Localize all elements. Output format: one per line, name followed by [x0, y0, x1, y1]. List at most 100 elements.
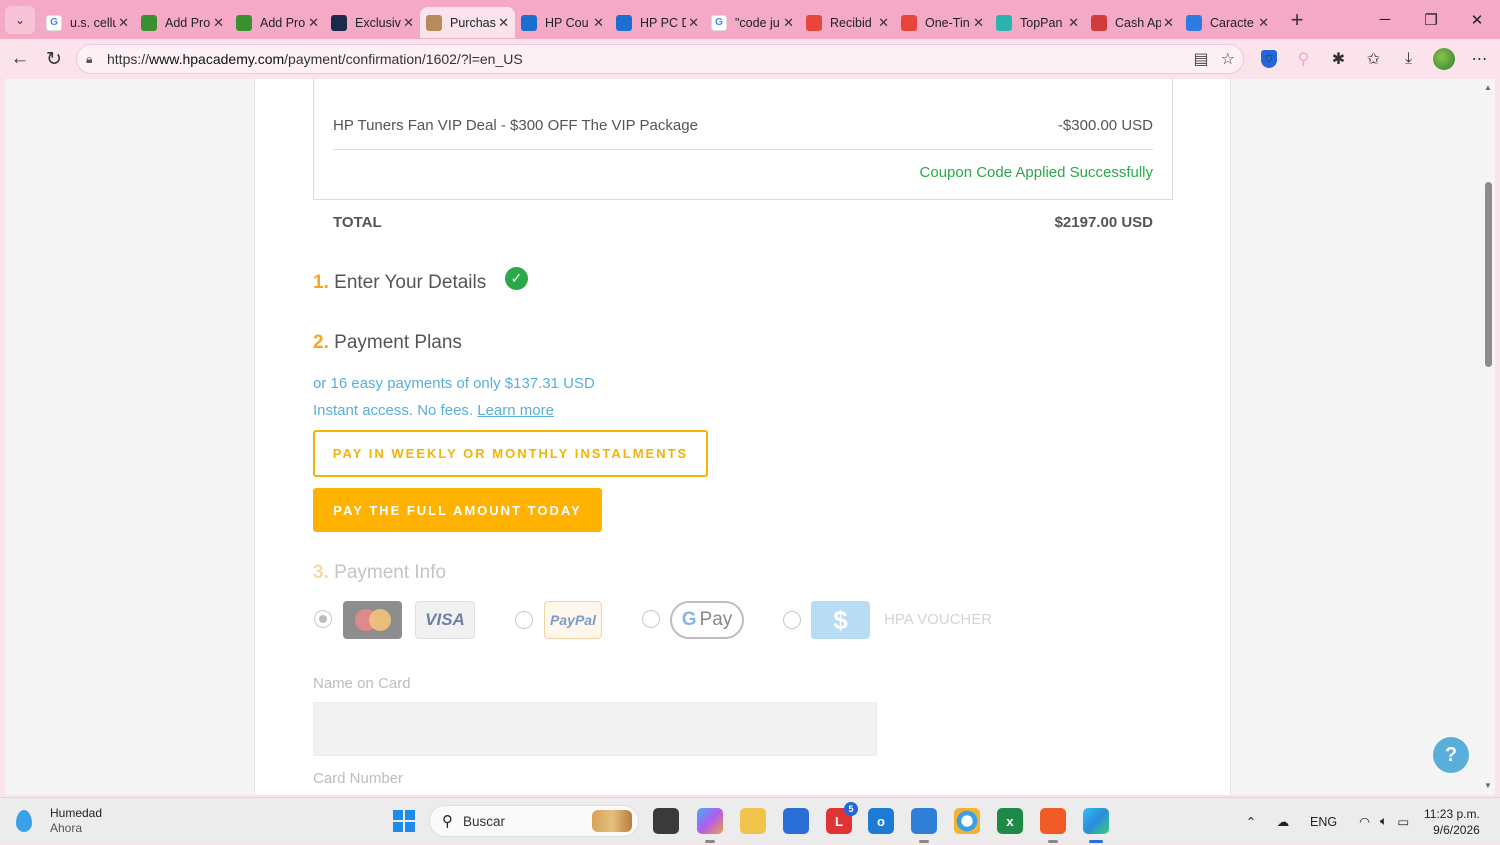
browser-tab[interactable]: Add Pro ✕: [135, 7, 230, 38]
close-window-button[interactable]: ✕: [1454, 0, 1500, 39]
step-number: 1.: [313, 272, 329, 293]
back-arrow-icon: ←: [10, 48, 30, 69]
close-tab-icon[interactable]: ✕: [878, 15, 889, 31]
browser-tab[interactable]: HP PC D ✕: [610, 7, 705, 38]
active-indicator: [1089, 840, 1103, 843]
excel-icon[interactable]: x: [997, 808, 1023, 834]
help-button[interactable]: ?: [1433, 737, 1469, 773]
close-tab-icon[interactable]: ✕: [1068, 15, 1079, 31]
pay-full-amount-button[interactable]: PAY THE FULL AMOUNT TODAY: [313, 488, 602, 532]
browser-tab[interactable]: Gu.s. cellu ✕: [40, 7, 135, 38]
close-tab-icon[interactable]: ✕: [213, 15, 224, 31]
card-payment-radio[interactable]: [314, 610, 332, 628]
outlook-icon[interactable]: o: [868, 808, 894, 834]
scroll-down-arrow-icon[interactable]: ▼: [1484, 781, 1492, 790]
browser-tab[interactable]: TopPan ✕: [990, 7, 1085, 38]
step-title: Payment Plans: [334, 332, 462, 353]
url-text[interactable]: https://www.hpacademy.com/payment/confir…: [107, 51, 523, 67]
download-icon[interactable]: ⤓: [1391, 42, 1426, 76]
name-on-card-input[interactable]: [313, 702, 877, 756]
step-enter-details-heading[interactable]: 1. Enter Your Details: [313, 272, 486, 294]
l-app-icon[interactable]: L5: [826, 802, 858, 834]
gpay-payment-radio[interactable]: [642, 610, 660, 628]
visa-logo: VISA: [415, 601, 475, 639]
close-tab-icon[interactable]: ✕: [403, 15, 414, 31]
close-tab-icon[interactable]: ✕: [688, 15, 699, 31]
running-indicator: [705, 840, 715, 843]
tab-strip: ⌄ Gu.s. cellu ✕ Add Pro ✕ Add Pro ✕ Exclusiv ✕ P…: [0, 0, 1500, 39]
close-tab-icon[interactable]: ✕: [783, 15, 794, 31]
favorite-star-icon[interactable]: ☆: [1221, 49, 1235, 69]
brave-icon[interactable]: [1040, 808, 1066, 843]
close-tab-icon[interactable]: ✕: [593, 15, 604, 31]
search-highlight-image: [592, 810, 632, 832]
maximize-button[interactable]: ❐: [1408, 0, 1454, 39]
close-tab-icon[interactable]: ✕: [973, 15, 984, 31]
back-button[interactable]: ←: [3, 42, 37, 76]
tab-title: Exclusiv: [355, 15, 401, 30]
close-tab-icon[interactable]: ✕: [1163, 15, 1174, 31]
learn-more-link[interactable]: Learn more: [477, 402, 554, 419]
instant-access-label: Instant access. No fees.: [313, 402, 474, 419]
url-host: www.hpacademy.com: [149, 51, 285, 67]
edge-icon[interactable]: [1083, 808, 1109, 843]
discount-label: HP Tuners Fan VIP Deal - $300 OFF The VI…: [333, 117, 698, 134]
new-tab-button[interactable]: +: [1283, 6, 1311, 34]
paypal-payment-radio[interactable]: [515, 611, 533, 629]
voucher-label: HPA VOUCHER: [884, 611, 993, 628]
tabs-container: Gu.s. cellu ✕ Add Pro ✕ Add Pro ✕ Exclusiv ✕ Pur…: [40, 0, 1275, 39]
volume-icon[interactable]: 🔈︎: [1380, 814, 1388, 829]
tab-list-button[interactable]: ⌄: [5, 5, 35, 34]
browser-tab[interactable]: Recibid ✕: [800, 7, 895, 38]
scroll-up-arrow-icon[interactable]: ▲: [1484, 83, 1492, 92]
browser-tab[interactable]: Cash Ap ✕: [1085, 7, 1180, 38]
browser-tab[interactable]: Purchas ✕: [420, 7, 515, 38]
reader-mode-icon[interactable]: ▤: [1194, 49, 1209, 69]
close-tab-icon[interactable]: ✕: [498, 15, 509, 31]
favorites-icon[interactable]: ✩: [1356, 42, 1391, 76]
browser-tab[interactable]: HP Cou ✕: [515, 7, 610, 38]
search-extension-icon[interactable]: ⚲: [1286, 42, 1321, 76]
refresh-button[interactable]: ↻: [37, 42, 71, 76]
google-pay-logo: G Pay: [670, 601, 744, 639]
windows-start-icon[interactable]: [393, 810, 415, 832]
tab-title: Purchas: [450, 15, 496, 30]
browser-tab[interactable]: Exclusiv ✕: [325, 7, 420, 38]
chrome-like-icon[interactable]: [954, 808, 980, 834]
page-scrollbar[interactable]: ▲ ▼: [1482, 79, 1495, 795]
address-bar[interactable]: 🔒︎ https://www.hpacademy.com/payment/con…: [76, 44, 1244, 74]
clock-date: 9/6/2026: [1433, 823, 1480, 837]
battery-icon[interactable]: ▭: [1398, 814, 1410, 829]
url-path: /payment/confirmation/1602/?l=en_US: [284, 51, 523, 67]
more-menu-icon[interactable]: ⋯: [1462, 42, 1497, 76]
microsoft-store-icon[interactable]: [783, 808, 809, 834]
browser-tab[interactable]: Add Pro ✕: [230, 7, 325, 38]
scrollbar-thumb[interactable]: [1485, 182, 1492, 367]
task-view-icon[interactable]: [653, 808, 679, 834]
chevron-up-icon[interactable]: ⌃: [1240, 814, 1262, 829]
extensions-icon[interactable]: ✱: [1321, 42, 1356, 76]
cloud-icon[interactable]: ☁: [1266, 814, 1300, 829]
browser-tab[interactable]: Caracte ✕: [1180, 7, 1275, 38]
browser-tab[interactable]: G "code ju ✕: [705, 7, 800, 38]
close-tab-icon[interactable]: ✕: [1258, 15, 1269, 31]
weather-widget[interactable]: Humedad Ahora: [16, 806, 102, 836]
hp-icon: [521, 14, 537, 31]
pay-instalments-button[interactable]: PAY IN WEEKLY OR MONTHLY INSTALMENTS: [313, 430, 708, 477]
file-explorer-icon[interactable]: [740, 808, 766, 834]
notepad-icon[interactable]: [911, 808, 937, 843]
browser-tab[interactable]: One-Tin ✕: [895, 7, 990, 38]
language-indicator[interactable]: ENG: [1310, 815, 1337, 829]
paypal-logo: PayPal: [544, 601, 602, 639]
system-clock[interactable]: 11:23 p.m. 9/6/2026: [1424, 806, 1480, 838]
close-tab-icon[interactable]: ✕: [118, 15, 129, 31]
copilot-icon[interactable]: [697, 808, 723, 843]
wifi-icon[interactable]: ◠: [1359, 814, 1370, 829]
shield-extension-icon[interactable]: ⛉: [1261, 50, 1277, 68]
minimize-button[interactable]: ─: [1362, 0, 1408, 39]
voucher-payment-radio[interactable]: [783, 611, 801, 629]
close-tab-icon[interactable]: ✕: [308, 15, 319, 31]
taskbar-search-box[interactable]: ⚲ Buscar: [429, 805, 639, 837]
gmail-icon: [901, 14, 917, 31]
profile-avatar[interactable]: [1433, 48, 1455, 70]
